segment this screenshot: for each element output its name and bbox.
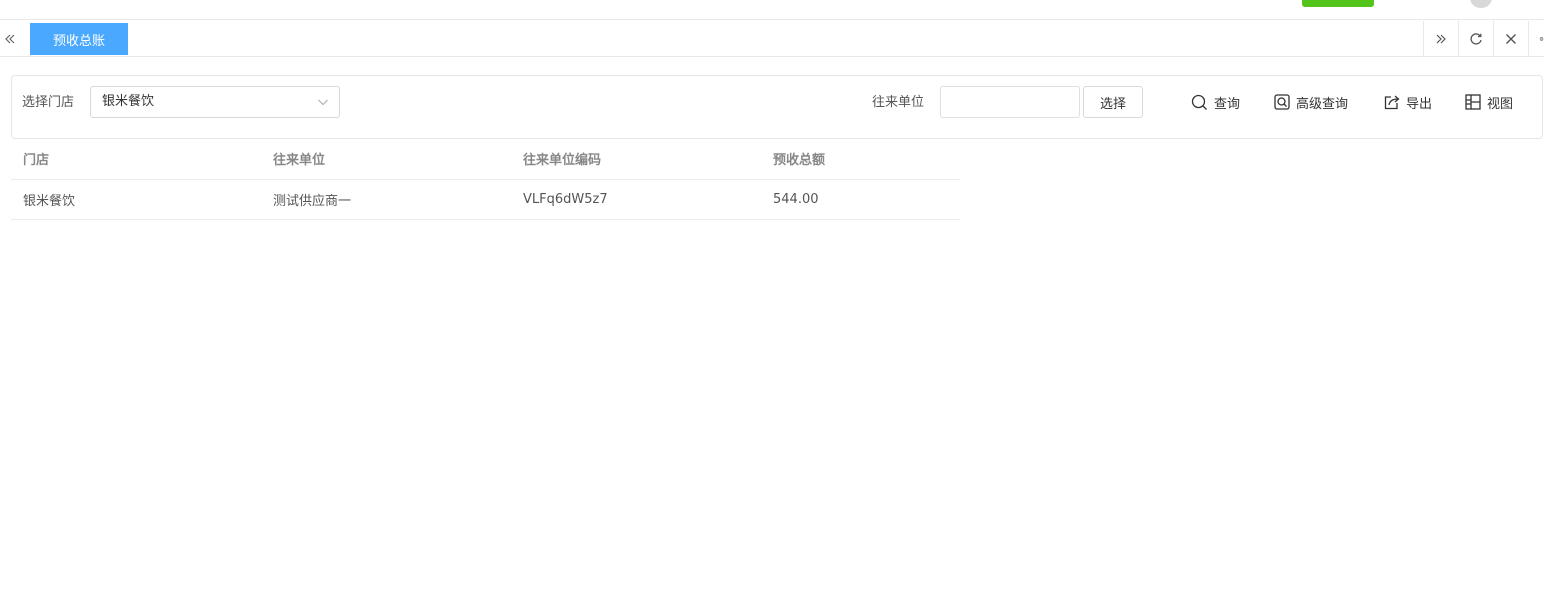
view-layout-icon <box>1465 94 1481 110</box>
column-header-partner-code[interactable]: 往来单位编码 <box>511 139 761 180</box>
export-icon <box>1384 95 1400 110</box>
view-button[interactable]: 视图 <box>1465 86 1513 118</box>
double-chevron-right-icon <box>1436 34 1446 43</box>
close-icon <box>1506 33 1516 44</box>
export-label: 导出 <box>1406 96 1433 112</box>
ledger-table: 门店 往来单位 往来单位编码 预收总额 银米餐饮 测试供应商一 VLFq6dW5… <box>11 139 960 220</box>
refresh-button[interactable] <box>1458 21 1493 56</box>
tab-bar: 预收总账 <box>0 21 1544 57</box>
advanced-query-label: 高级查询 <box>1296 96 1349 112</box>
store-select[interactable]: 银米餐饮 <box>90 86 340 118</box>
filter-panel: 选择门店 银米餐饮 往来单位 选择 查询 高级查询 导出 视图 <box>11 75 1543 139</box>
advanced-query-button[interactable]: 高级查询 <box>1274 86 1348 118</box>
tabs-scroll-left-button[interactable] <box>0 21 20 56</box>
table-header-row: 门店 往来单位 往来单位编码 预收总额 <box>11 139 960 180</box>
store-label: 选择门店 <box>22 95 75 110</box>
tab-prepayment-ledger[interactable]: 预收总账 <box>30 23 128 55</box>
search-icon <box>1191 94 1207 110</box>
close-tab-button[interactable] <box>1493 21 1528 56</box>
double-chevron-left-icon <box>5 34 15 43</box>
column-header-prepaid-total[interactable]: 预收总额 <box>761 139 960 180</box>
partner-input[interactable] <box>940 86 1080 118</box>
choose-partner-button[interactable]: 选择 <box>1083 86 1143 118</box>
query-button[interactable]: 查询 <box>1191 86 1240 118</box>
cell-store: 银米餐饮 <box>11 179 261 220</box>
chevron-down-icon <box>318 99 328 106</box>
column-header-store[interactable]: 门店 <box>11 139 261 180</box>
cell-partner-code: VLFq6dW5z7 <box>511 179 761 220</box>
tabs-scroll-right-button[interactable] <box>1423 21 1458 56</box>
avatar[interactable] <box>1470 0 1492 8</box>
header-green-button[interactable] <box>1302 0 1374 7</box>
export-button[interactable]: 导出 <box>1384 86 1432 118</box>
cell-partner: 测试供应商一 <box>261 179 511 220</box>
partner-label: 往来单位 <box>872 95 925 110</box>
column-header-partner[interactable]: 往来单位 <box>261 139 511 180</box>
advanced-search-icon <box>1274 94 1290 110</box>
store-select-value: 银米餐饮 <box>102 94 155 109</box>
top-header <box>0 0 1544 20</box>
query-label: 查询 <box>1214 96 1241 112</box>
settings-button[interactable] <box>1528 21 1544 56</box>
table-row[interactable]: 银米餐饮 测试供应商一 VLFq6dW5z7 544.00 <box>11 179 960 220</box>
view-label: 视图 <box>1487 96 1514 112</box>
cell-prepaid-total: 544.00 <box>761 179 960 220</box>
gear-icon <box>1539 36 1544 41</box>
refresh-icon <box>1470 32 1482 45</box>
